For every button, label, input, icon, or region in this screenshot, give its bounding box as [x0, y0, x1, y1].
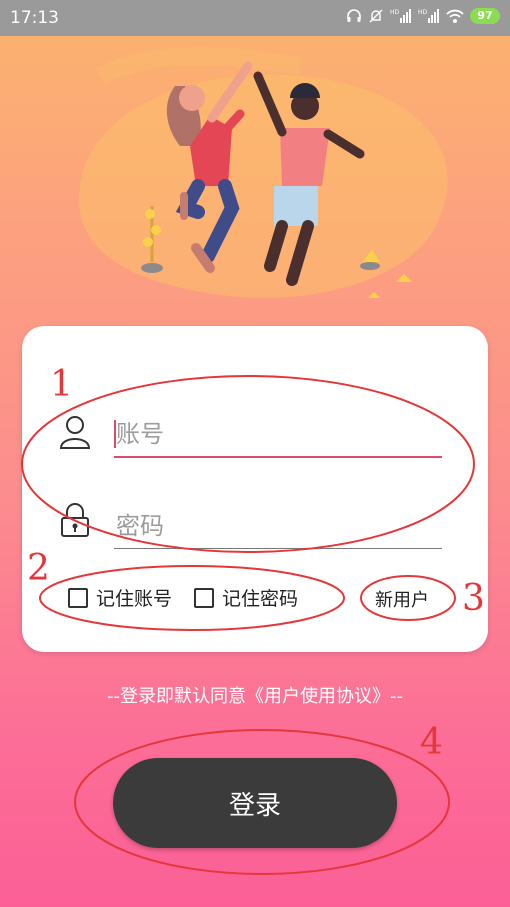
annotation-number-1: 1	[50, 364, 73, 405]
signal-icon-2: HD	[418, 9, 439, 23]
signal-label-2: HD	[418, 9, 428, 16]
account-input[interactable]	[114, 414, 444, 454]
annotation-number-3: 3	[462, 578, 485, 619]
remember-password-label: 记住密码	[222, 588, 299, 610]
status-icons: HD HD 97	[346, 8, 500, 24]
status-bar: 17:13 HD HD 97	[0, 0, 510, 36]
remember-password-option[interactable]: 记住密码	[194, 584, 298, 611]
login-card: 记住账号 记住密码 新用户	[22, 326, 488, 652]
battery-icon: 97	[470, 8, 500, 24]
annotation-number-2: 2	[27, 548, 50, 589]
password-field[interactable]	[114, 506, 444, 549]
status-time: 17:13	[10, 8, 59, 28]
wifi-icon	[446, 9, 464, 23]
remember-account-option[interactable]: 记住账号	[68, 584, 172, 611]
lock-icon	[61, 503, 89, 537]
input-caret	[114, 420, 116, 448]
signal-icon-1: HD	[390, 9, 411, 23]
user-icon	[59, 416, 91, 449]
signal-label-1: HD	[390, 9, 400, 16]
login-button[interactable]: 登录	[113, 758, 397, 848]
remember-account-label: 记住账号	[96, 588, 173, 610]
headset-icon	[347, 9, 361, 22]
new-user-link[interactable]: 新用户	[375, 586, 429, 612]
password-input[interactable]	[114, 506, 444, 546]
remember-password-checkbox[interactable]	[194, 587, 214, 608]
mute-bell-icon	[369, 9, 383, 23]
annotation-number-4: 4	[420, 722, 443, 763]
agreement-text[interactable]: --登录即默认同意《用户使用协议》--	[0, 682, 510, 708]
account-field[interactable]	[114, 414, 444, 458]
remember-account-checkbox[interactable]	[68, 587, 88, 608]
high-five-illustration	[79, 47, 448, 298]
